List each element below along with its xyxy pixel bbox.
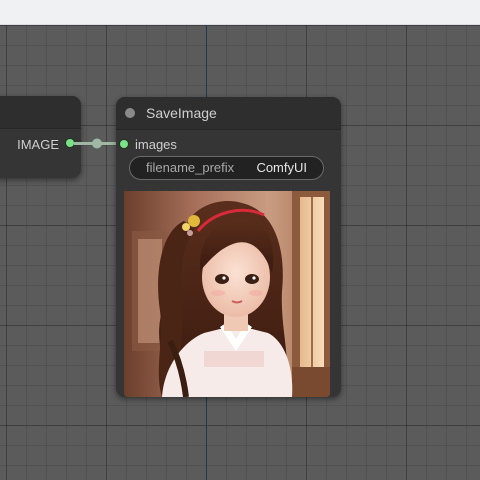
save-image-title-bar[interactable]: SaveImage bbox=[116, 97, 341, 130]
save-image-node[interactable]: SaveImage images filename_prefix ComfyUI bbox=[116, 97, 341, 397]
top-toolbar-strip bbox=[0, 0, 480, 25]
output-slot-image[interactable] bbox=[66, 139, 74, 147]
source-node[interactable]: IMAGE bbox=[0, 96, 81, 178]
output-label-image: IMAGE bbox=[17, 137, 59, 152]
input-label-images: images bbox=[135, 137, 177, 152]
source-node-title-bar[interactable] bbox=[0, 96, 81, 129]
node-title: SaveImage bbox=[146, 105, 217, 121]
widget-name: filename_prefix bbox=[146, 160, 235, 175]
widget-value: ComfyUI bbox=[256, 160, 307, 175]
portrait-image-icon bbox=[124, 191, 330, 397]
collapse-toggle-icon[interactable] bbox=[125, 108, 135, 118]
filename-prefix-field[interactable]: filename_prefix ComfyUI bbox=[129, 156, 324, 180]
image-preview[interactable] bbox=[124, 191, 330, 397]
input-slot-images[interactable] bbox=[120, 140, 128, 148]
